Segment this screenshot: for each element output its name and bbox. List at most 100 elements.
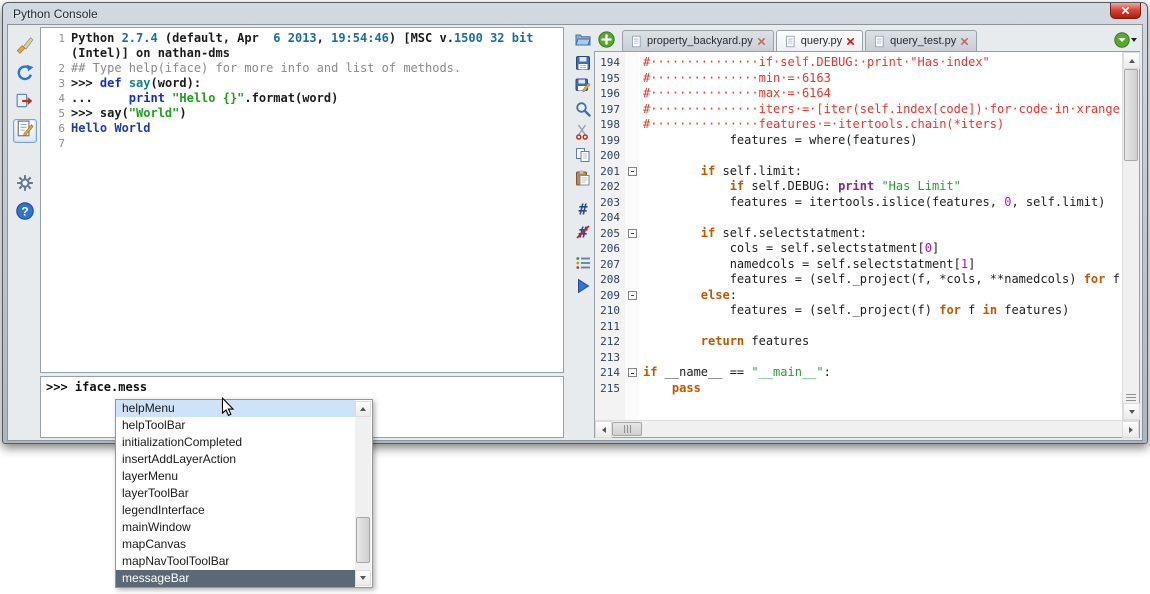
tab-list-button[interactable] xyxy=(1114,32,1137,48)
new-tab-button[interactable] xyxy=(598,31,616,49)
editor-line[interactable]: 199 features = where(features) xyxy=(595,133,1122,149)
clear-console-button[interactable] xyxy=(13,35,37,59)
arrow-up-icon xyxy=(360,407,366,411)
autocomplete-item[interactable]: layerMenu xyxy=(116,468,355,485)
options-icon xyxy=(16,174,34,197)
autocomplete-item[interactable]: layerToolBar xyxy=(116,485,355,502)
uncomment-code-icon: # xyxy=(575,224,591,245)
horizontal-scrollbar-thumb[interactable] xyxy=(612,422,642,436)
editor-line[interactable]: 211 xyxy=(595,319,1122,335)
fold-collapse-icon[interactable] xyxy=(628,167,637,176)
comment-code-button[interactable]: # xyxy=(573,201,593,221)
code-segment: Hello World xyxy=(71,121,150,135)
dropdown-scrollbar[interactable] xyxy=(355,401,371,586)
scroll-left-button[interactable] xyxy=(595,421,612,438)
import-class-button[interactable] xyxy=(13,91,37,115)
line-number: 214 xyxy=(595,365,625,381)
fold-collapse-icon[interactable] xyxy=(628,368,637,377)
autocomplete-item[interactable]: legendInterface xyxy=(116,502,355,519)
dropdown-scroll-down-button[interactable] xyxy=(355,570,371,586)
editor-line[interactable]: 208 features = (self._project(f, *cols, … xyxy=(595,272,1122,288)
scroll-up-button[interactable] xyxy=(1123,52,1140,69)
open-script-button[interactable] xyxy=(573,32,593,52)
tab-query-py[interactable]: query.py xyxy=(776,30,863,51)
line-number: 199 xyxy=(595,133,625,149)
run-command-button[interactable] xyxy=(13,63,37,87)
autocomplete-item[interactable]: helpMenu xyxy=(116,400,355,417)
editor-line[interactable]: 201 if self.limit: xyxy=(595,164,1122,180)
show-editor-button[interactable] xyxy=(13,119,37,143)
editor-line-text: cols = self.selectstatment[0] xyxy=(639,241,1122,257)
save-as-button[interactable] xyxy=(573,78,593,98)
dropdown-scroll-up-button[interactable] xyxy=(355,401,371,417)
tab-query_test-py[interactable]: query_test.py xyxy=(865,30,977,51)
editor-line[interactable]: 194#···············if·self.DEBUG:·print·… xyxy=(595,55,1122,71)
code-segment: .format(word) xyxy=(244,91,338,105)
autocomplete-item[interactable]: helpToolBar xyxy=(116,417,355,434)
editor-line[interactable]: 213 xyxy=(595,350,1122,366)
options-button[interactable] xyxy=(13,173,37,197)
autocomplete-item[interactable]: messageBar xyxy=(116,570,355,587)
autocomplete-item[interactable]: mapCanvas xyxy=(116,536,355,553)
editor-line[interactable]: 198#···············features·=·itertools.… xyxy=(595,117,1122,133)
close-window-button[interactable] xyxy=(1110,3,1141,19)
save-script-button[interactable] xyxy=(573,55,593,75)
scrollbar-split-handle[interactable] xyxy=(1126,394,1136,403)
close-tab-icon[interactable] xyxy=(757,37,766,46)
editor-line[interactable]: 210 features = (self._project(f) for f i… xyxy=(595,303,1122,319)
editor-line[interactable]: 215 pass xyxy=(595,381,1122,397)
editor-vertical-scrollbar[interactable] xyxy=(1122,52,1139,420)
find-text-button[interactable] xyxy=(573,101,593,121)
editor-line[interactable]: 205 if self.selectstatment: xyxy=(595,226,1122,242)
code-segment: pass xyxy=(672,381,701,395)
object-inspector-button[interactable] xyxy=(573,255,593,275)
titlebar[interactable]: Python Console xyxy=(7,3,1143,24)
help-button[interactable]: ? xyxy=(13,201,37,225)
console-line-text: ... print "Hello {}".format(word) xyxy=(71,91,563,106)
vertical-scrollbar-thumb[interactable] xyxy=(1124,69,1138,161)
svg-text:?: ? xyxy=(21,204,28,218)
run-script-button[interactable] xyxy=(573,278,593,298)
editor-line[interactable]: 214if __name__ == "__main__": xyxy=(595,365,1122,381)
autocomplete-item[interactable]: insertAddLayerAction xyxy=(116,451,355,468)
paste-button[interactable] xyxy=(573,170,593,190)
line-number: 2 xyxy=(41,61,71,76)
tab-property_backyard-py[interactable]: property_backyard.py xyxy=(622,30,774,51)
horizontal-scrollbar-track[interactable] xyxy=(612,421,1122,437)
copy-button[interactable] xyxy=(573,147,593,167)
autocomplete-item[interactable]: initializationCompleted xyxy=(116,434,355,451)
editor-line[interactable]: 196#···············max·=·6164 xyxy=(595,86,1122,102)
editor-line[interactable]: 200 xyxy=(595,148,1122,164)
code-segment: self.selectstatment: xyxy=(715,226,867,240)
close-tab-icon[interactable] xyxy=(846,37,855,46)
code-segment: (default, Apr xyxy=(158,31,274,45)
panel-splitter[interactable] xyxy=(564,27,571,438)
editor-line[interactable]: 209 else: xyxy=(595,288,1122,304)
editor-horizontal-scrollbar[interactable] xyxy=(595,420,1139,437)
scroll-down-button[interactable] xyxy=(1123,403,1140,420)
scroll-right-button[interactable] xyxy=(1122,421,1139,438)
line-number: 209 xyxy=(595,288,625,304)
uncomment-code-button[interactable]: # xyxy=(573,224,593,244)
fold-collapse-icon[interactable] xyxy=(628,229,637,238)
dropdown-scrollbar-track[interactable] xyxy=(355,417,371,570)
editor-code-area[interactable]: 194#···············if·self.DEBUG:·print·… xyxy=(595,52,1122,420)
editor-line[interactable]: 202 if self.DEBUG: print "Has Limit" xyxy=(595,179,1122,195)
editor-line[interactable]: 195#···············min·=·6163 xyxy=(595,71,1122,87)
autocomplete-item[interactable]: mapNavToolToolBar xyxy=(116,553,355,570)
editor-line[interactable]: 203 features = itertools.islice(features… xyxy=(595,195,1122,211)
editor-line[interactable]: 204 xyxy=(595,210,1122,226)
cut-button[interactable] xyxy=(573,124,593,144)
editor-line[interactable]: 207 namedcols = self.selectstatment[1] xyxy=(595,257,1122,273)
dropdown-scrollbar-thumb[interactable] xyxy=(356,517,370,563)
close-tab-icon[interactable] xyxy=(960,37,969,46)
editor-line[interactable]: 206 cols = self.selectstatment[0] xyxy=(595,241,1122,257)
editor-line[interactable]: 197#···············iters·=·[iter(self.in… xyxy=(595,102,1122,118)
vertical-scrollbar-track[interactable] xyxy=(1123,69,1139,394)
code-segment: #···············if·self.DEBUG:·print·"Ha… xyxy=(643,55,990,69)
autocomplete-item[interactable]: mainWindow xyxy=(116,519,355,536)
editor-line[interactable]: 212 return features xyxy=(595,334,1122,350)
line-number: 202 xyxy=(595,179,625,195)
fold-collapse-icon[interactable] xyxy=(628,291,637,300)
tab-label: property_backyard.py xyxy=(647,35,753,47)
